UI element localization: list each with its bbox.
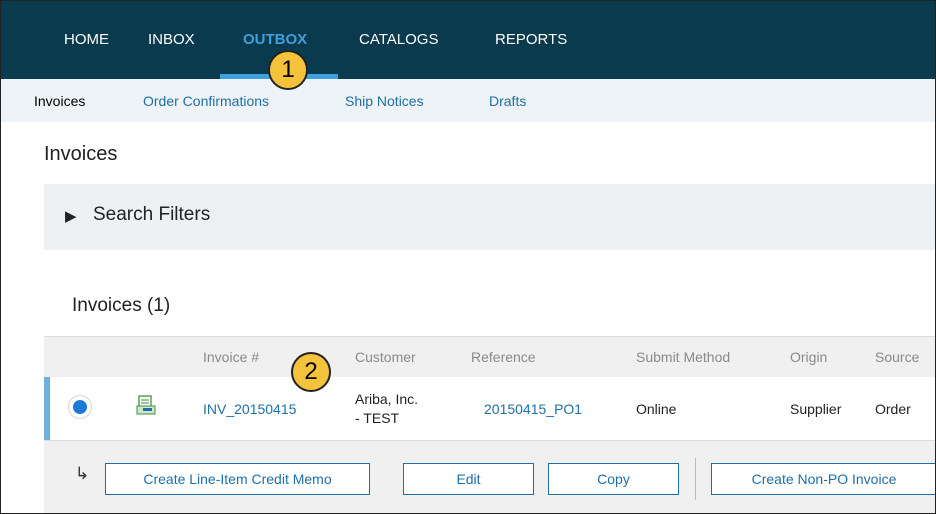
button-separator	[695, 458, 696, 500]
radio-selected-dot	[73, 400, 87, 414]
callout-2: 2	[291, 352, 331, 392]
action-bar: ↳ Create Line-Item Credit Memo Edit Copy…	[44, 441, 935, 513]
row-select-radio[interactable]	[69, 396, 91, 418]
return-arrow-icon: ↳	[75, 464, 90, 483]
search-filters-label: Search Filters	[93, 204, 211, 225]
nav-inbox[interactable]: INBOX	[148, 31, 195, 48]
search-filters-toggle[interactable]: ▶ Search Filters	[44, 184, 935, 250]
sub-navigation: Invoices Order Confirmations Ship Notice…	[1, 79, 935, 122]
customer-line-1: Ariba, Inc.	[355, 391, 419, 407]
invoice-number-link[interactable]: INV_20150415	[203, 401, 296, 417]
copy-button[interactable]: Copy	[548, 463, 679, 495]
invoices-section-title: Invoices (1)	[72, 295, 171, 316]
tab-order-confirmations[interactable]: Order Confirmations	[143, 93, 269, 109]
app-window: HOME INBOX OUTBOX CATALOGS REPORTS Invoi…	[0, 0, 936, 514]
column-submit-method[interactable]: Submit Method	[636, 349, 730, 365]
column-reference[interactable]: Reference	[471, 349, 536, 365]
top-navigation: HOME INBOX OUTBOX CATALOGS REPORTS	[1, 1, 935, 79]
nav-catalogs[interactable]: CATALOGS	[359, 31, 438, 48]
submit-method-cell: Online	[636, 401, 677, 417]
origin-cell: Supplier	[790, 401, 842, 417]
page-title: Invoices	[44, 143, 118, 165]
create-line-item-credit-memo-button[interactable]: Create Line-Item Credit Memo	[105, 463, 370, 495]
selected-row-indicator	[44, 377, 50, 440]
table-header: Invoice # Customer Reference Submit Meth…	[44, 336, 935, 378]
tab-invoices[interactable]: Invoices	[34, 93, 85, 109]
source-cell: Order	[875, 401, 911, 417]
nav-reports[interactable]: REPORTS	[495, 31, 567, 48]
reference-link[interactable]: 20150415_PO1	[484, 401, 582, 417]
callout-1: 1	[268, 50, 308, 90]
create-non-po-invoice-button[interactable]: Create Non-PO Invoice	[711, 463, 935, 495]
tab-ship-notices[interactable]: Ship Notices	[345, 93, 424, 109]
column-customer[interactable]: Customer	[355, 349, 416, 365]
column-origin[interactable]: Origin	[790, 349, 827, 365]
edit-button[interactable]: Edit	[403, 463, 534, 495]
column-source[interactable]: Source	[875, 349, 919, 365]
expand-arrow-icon: ▶	[65, 208, 77, 225]
invoice-document-icon	[136, 395, 156, 415]
customer-line-2: - TEST	[355, 410, 400, 426]
nav-home[interactable]: HOME	[64, 31, 109, 48]
nav-outbox[interactable]: OUTBOX	[243, 31, 307, 48]
tab-drafts[interactable]: Drafts	[489, 93, 526, 109]
column-invoice[interactable]: Invoice #	[203, 349, 259, 365]
table-row[interactable]: INV_20150415 Ariba, Inc. - TEST 20150415…	[44, 377, 935, 441]
